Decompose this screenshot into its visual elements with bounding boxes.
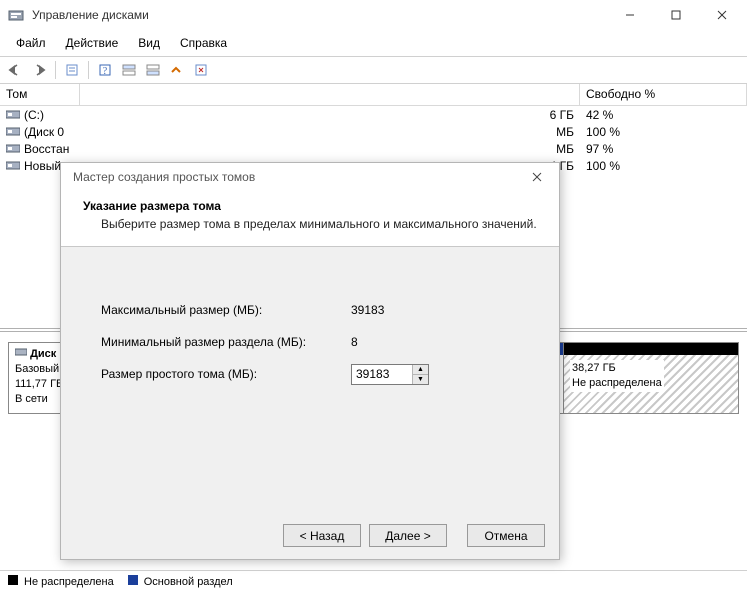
unalloc-label: Не распределена	[572, 376, 662, 391]
view-top-button[interactable]	[118, 59, 140, 81]
window-close-button[interactable]	[699, 0, 745, 30]
disk-icon	[15, 347, 27, 357]
dialog-footer: < Назад Далее > Отмена	[61, 514, 559, 559]
volume-icon	[6, 160, 20, 171]
volume-size-input[interactable]	[352, 365, 412, 384]
disk-status: В сети	[15, 393, 48, 405]
legend-unallocated: Не распределена	[8, 575, 114, 588]
volume-icon	[6, 143, 20, 154]
window-minimize-button[interactable]	[607, 0, 653, 30]
menu-view[interactable]: Вид	[128, 32, 170, 54]
volume-icon	[6, 109, 20, 120]
legend-swatch-black	[8, 575, 18, 585]
cancel-button[interactable]: Отмена	[467, 524, 545, 547]
svg-text:?: ?	[103, 66, 108, 77]
legend-swatch-blue	[128, 575, 138, 585]
simple-volume-wizard-dialog: Мастер создания простых томов Указание р…	[60, 162, 560, 560]
col-header-volume[interactable]: Том	[0, 84, 80, 105]
volume-row[interactable]: ВосстанМБ97 %	[0, 140, 747, 157]
min-size-label: Минимальный размер раздела (МБ):	[101, 335, 351, 349]
max-size-value: 39183	[351, 303, 384, 317]
dialog-titlebar: Мастер создания простых томов	[61, 163, 559, 191]
content-area: Том Свободно % (C:)6 ГБ42 %(Диск 0МБ100 …	[0, 84, 747, 570]
volume-row[interactable]: (Диск 0МБ100 %	[0, 123, 747, 140]
disk-type: Базовый	[15, 363, 59, 375]
view-bottom-button[interactable]	[142, 59, 164, 81]
menu-file[interactable]: Файл	[6, 32, 56, 54]
dialog-title: Мастер создания простых томов	[73, 170, 255, 184]
volume-list-header: Том Свободно %	[0, 84, 747, 106]
toolbar-separator	[55, 61, 56, 79]
list-button[interactable]	[190, 59, 212, 81]
nav-back-button[interactable]	[4, 59, 26, 81]
refresh-button[interactable]	[166, 59, 188, 81]
partition-unallocated[interactable]: 38,27 ГБ Не распределена	[564, 343, 738, 413]
toolbar: ?	[0, 56, 747, 84]
min-size-value: 8	[351, 335, 358, 349]
legend-primary: Основной раздел	[128, 575, 233, 588]
spinner-down-button[interactable]: ▼	[413, 375, 428, 384]
col-header-size[interactable]	[80, 84, 580, 105]
max-size-label: Максимальный размер (МБ):	[101, 303, 351, 317]
dialog-subheading: Выберите размер тома в пределах минималь…	[83, 216, 537, 232]
toolbar-separator	[88, 61, 89, 79]
legend-bar: Не распределена Основной раздел	[0, 570, 747, 592]
dialog-heading: Указание размера тома	[83, 199, 537, 213]
back-button[interactable]: < Назад	[283, 524, 361, 547]
titlebar: Управление дисками	[0, 0, 747, 30]
window-maximize-button[interactable]	[653, 0, 699, 30]
dialog-close-button[interactable]	[521, 164, 553, 190]
dialog-header: Указание размера тома Выберите размер то…	[61, 191, 559, 247]
nav-forward-button[interactable]	[28, 59, 50, 81]
disk-capacity: 111,77 ГБ	[15, 378, 63, 390]
volume-row[interactable]: (C:)6 ГБ42 %	[0, 106, 747, 123]
disk-name: Диск	[30, 348, 56, 360]
window-title: Управление дисками	[32, 8, 149, 22]
menu-action[interactable]: Действие	[56, 32, 129, 54]
properties-button[interactable]	[61, 59, 83, 81]
dialog-body: Максимальный размер (МБ): 39183 Минималь…	[61, 247, 559, 514]
next-button[interactable]: Далее >	[369, 524, 447, 547]
help-button[interactable]: ?	[94, 59, 116, 81]
disk-mgmt-app-icon	[8, 7, 24, 23]
volume-icon	[6, 126, 20, 137]
volume-size-spinner[interactable]: ▲ ▼	[351, 364, 429, 385]
unalloc-size: 38,27 ГБ	[572, 361, 662, 376]
col-header-free[interactable]: Свободно %	[580, 84, 747, 105]
menu-help[interactable]: Справка	[170, 32, 237, 54]
volume-size-label: Размер простого тома (МБ):	[101, 367, 351, 381]
menubar: Файл Действие Вид Справка	[0, 30, 747, 56]
spinner-up-button[interactable]: ▲	[413, 365, 428, 375]
